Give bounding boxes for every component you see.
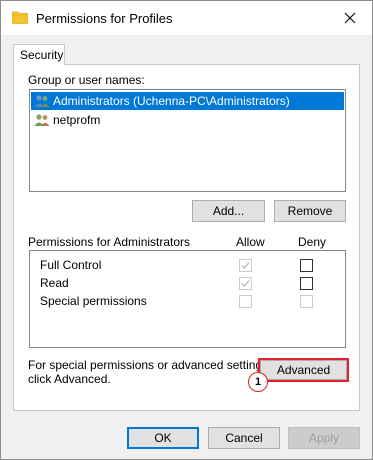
folder-icon (12, 11, 28, 24)
close-icon (344, 12, 356, 24)
advanced-button[interactable]: Advanced (260, 360, 347, 380)
perm-row-full-control: Full Control (40, 256, 101, 274)
list-item-label: netprofm (53, 113, 101, 127)
perm-row-read: Read (40, 274, 69, 292)
perm-label: Read (40, 276, 69, 290)
read-allow-checkbox[interactable] (239, 277, 252, 290)
user-icon (34, 114, 50, 126)
group-user-listbox[interactable]: Administrators (Uchenna-PC\Administrator… (29, 89, 346, 192)
remove-button[interactable]: Remove (274, 200, 346, 222)
cancel-button[interactable]: Cancel (208, 427, 280, 449)
perm-label: Full Control (40, 258, 102, 272)
close-button[interactable] (328, 1, 372, 35)
list-item-netprofm[interactable]: netprofm (31, 111, 344, 129)
tab-security-label: Security (20, 48, 64, 62)
checkmark-icon (241, 262, 250, 269)
advanced-note-line1: For special permissions or advanced sett… (28, 358, 272, 372)
group-names-heading: Group or user names: (28, 73, 145, 87)
list-item-administrators[interactable]: Administrators (Uchenna-PC\Administrator… (31, 92, 344, 110)
window-title: Permissions for Profiles (36, 11, 173, 26)
step-callout-badge: 1 (248, 372, 268, 392)
add-button[interactable]: Add... (192, 200, 265, 222)
apply-button[interactable]: Apply (288, 427, 360, 449)
perm-label: Special permissions (40, 294, 147, 308)
checkmark-icon (241, 280, 250, 287)
deny-column-header: Deny (298, 235, 327, 249)
special-allow-checkbox[interactable] (239, 295, 252, 308)
title-bar: Permissions for Profiles (1, 1, 372, 35)
permissions-list: Full Control Read Special permissions (29, 250, 346, 348)
ok-button[interactable]: OK (127, 427, 199, 449)
users-group-icon (34, 95, 50, 107)
allow-column-header: Allow (236, 235, 265, 249)
special-deny-checkbox[interactable] (300, 295, 313, 308)
perm-row-special: Special permissions (40, 292, 147, 310)
list-item-label: Administrators (Uchenna-PC\Administrator… (53, 94, 290, 108)
security-tab-panel: Group or user names: Administrators (Uch… (13, 64, 360, 411)
permissions-dialog: Permissions for Profiles Security Group … (0, 0, 373, 460)
full-control-deny-checkbox[interactable] (300, 259, 313, 272)
tab-security[interactable]: Security (13, 44, 65, 65)
advanced-note-line2: click Advanced. (28, 372, 111, 386)
read-deny-checkbox[interactable] (300, 277, 313, 290)
permissions-heading: Permissions for Administrators (28, 235, 191, 249)
full-control-allow-checkbox[interactable] (239, 259, 252, 272)
